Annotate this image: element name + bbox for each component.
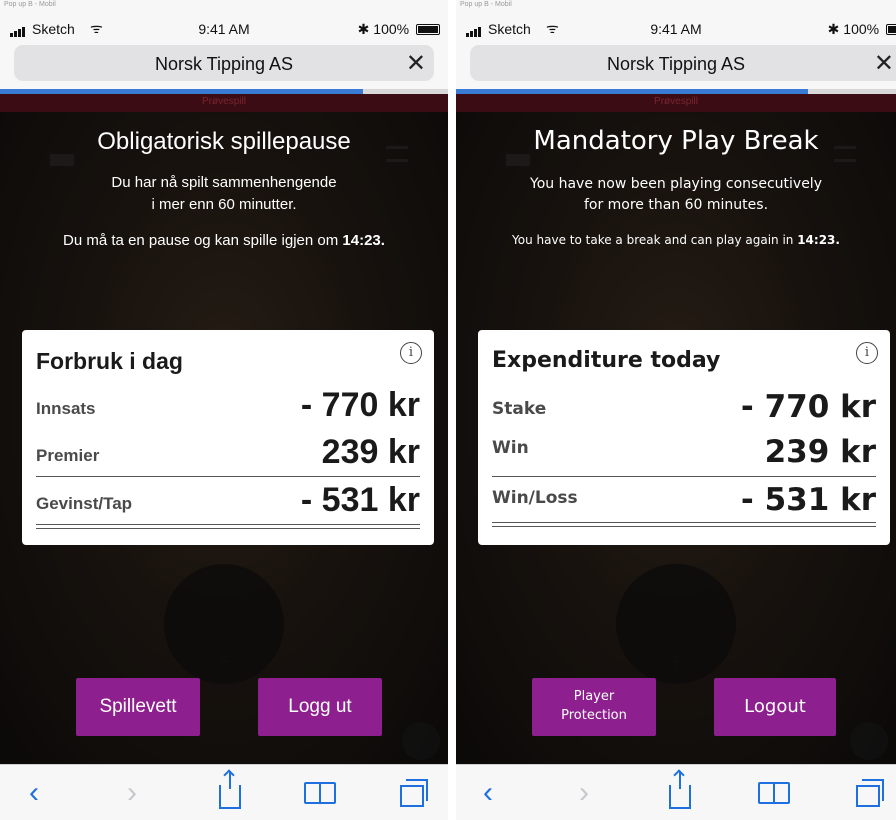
row-label: Win xyxy=(492,438,529,458)
row-label: Win/Loss xyxy=(492,488,578,508)
trial-label: Prøvespill xyxy=(202,96,246,107)
bluetooth-icon: ✱ xyxy=(827,21,840,37)
pause-text-line-1: You have now been playing consecutively xyxy=(530,176,822,192)
status-right: ✱ 100% xyxy=(828,21,896,38)
close-icon[interactable]: ✕ xyxy=(406,49,426,78)
phone-screen-norwegian: Pop up B - Mobil Sketch ᯤ 9:41 AM ✱ 100%… xyxy=(0,0,448,820)
card-title: Forbruk i dag xyxy=(36,348,183,374)
page-title: Norsk Tipping AS xyxy=(154,54,294,74)
info-icon[interactable]: i xyxy=(856,342,878,364)
artboard-caption: Pop up B - Mobil xyxy=(460,1,512,8)
status-right: ✱ 100% xyxy=(358,21,440,38)
player-protection-button[interactable]: Player Protection xyxy=(532,678,656,736)
row-value: 239 kr xyxy=(764,434,876,470)
browser-toolbar: ‹ › xyxy=(0,764,448,820)
row-value: - 770 kr xyxy=(740,389,876,425)
double-divider xyxy=(492,522,876,527)
double-divider xyxy=(36,524,420,529)
battery-icon xyxy=(416,24,440,35)
button-label-line-1: Player xyxy=(573,689,615,704)
button-label: Spillevett xyxy=(99,696,177,717)
share-icon[interactable] xyxy=(210,765,250,820)
row-label: Gevinst/Tap xyxy=(36,494,133,513)
tabs-icon[interactable] xyxy=(392,765,432,820)
bluetooth-icon: ✱ xyxy=(357,21,370,37)
battery-percent: 100% xyxy=(843,21,880,37)
pause-text-prefix: Du må ta en pause og kan spille igjen om xyxy=(63,232,343,249)
pause-countdown: 14:23. xyxy=(797,233,840,247)
row-win: Win 239 kr xyxy=(492,430,876,470)
share-icon[interactable] xyxy=(660,765,700,820)
row-value: 239 kr xyxy=(321,433,420,471)
pause-text-line-2: for more than 60 minutes. xyxy=(583,197,769,213)
tabs-icon[interactable] xyxy=(848,765,888,820)
button-label: Logout xyxy=(744,696,806,717)
expenditure-card: Forbruk i dag i Innsats - 770 kr Premier… xyxy=(22,330,434,545)
button-label: Logg ut xyxy=(288,696,352,717)
battery-icon xyxy=(886,24,896,35)
phone-screen-english: Pop up B - Mobil Sketch ᯤ 9:41 AM ✱ 100%… xyxy=(456,0,896,820)
browser-toolbar: ‹ › xyxy=(456,764,896,820)
button-label-line-2: Protection xyxy=(561,708,627,723)
divider xyxy=(36,476,420,477)
artboard-caption: Pop up B - Mobil xyxy=(4,1,56,8)
close-icon[interactable]: ✕ xyxy=(874,49,894,78)
pause-text-line-2: i mer enn 60 minutter. xyxy=(151,196,297,213)
info-icon[interactable]: i xyxy=(400,342,422,364)
pause-title: Mandatory Play Break xyxy=(533,126,819,156)
row-winloss: Gevinst/Tap - 531 kr xyxy=(36,480,420,520)
logout-button[interactable]: Logout xyxy=(714,678,836,736)
pause-text-line-3: Du må ta en pause og kan spille igjen om… xyxy=(0,232,448,249)
page-title: Norsk Tipping AS xyxy=(606,54,746,74)
forward-icon[interactable]: › xyxy=(564,765,604,820)
pause-text-line-1: Du har nå spilt sammenhengende xyxy=(111,174,337,191)
bookmarks-icon[interactable] xyxy=(754,765,794,820)
divider xyxy=(492,476,876,477)
row-value: - 770 kr xyxy=(300,386,420,424)
trial-label: Prøvespill xyxy=(654,96,698,107)
logout-button[interactable]: Logg ut xyxy=(258,678,382,736)
pause-countdown: 14:23. xyxy=(342,232,385,249)
row-stake: Innsats - 770 kr xyxy=(36,385,420,425)
row-value: - 531 kr xyxy=(300,481,420,519)
pause-text-prefix: You have to take a break and can play ag… xyxy=(512,233,798,247)
url-bar[interactable]: Norsk Tipping AS ✕ xyxy=(14,45,434,81)
back-icon[interactable]: ‹ xyxy=(468,765,508,820)
forward-icon[interactable]: › xyxy=(112,765,152,820)
expenditure-card: Expenditure today i Stake - 770 kr Win 2… xyxy=(478,330,890,545)
bookmarks-icon[interactable] xyxy=(300,765,340,820)
row-winloss: Win/Loss - 531 kr xyxy=(492,478,876,518)
battery-percent: 100% xyxy=(373,21,410,37)
card-title: Expenditure today xyxy=(492,348,721,373)
back-icon[interactable]: ‹ xyxy=(14,765,54,820)
row-label: Premier xyxy=(36,446,100,465)
row-label: Innsats xyxy=(36,399,96,418)
status-bar: Sketch ᯤ 9:41 AM ✱ 100% xyxy=(456,18,896,40)
row-win: Premier 239 kr xyxy=(36,432,420,472)
panel-divider xyxy=(448,0,456,820)
pause-text-line-3: You have to take a break and can play ag… xyxy=(456,233,896,247)
responsible-gaming-button[interactable]: Spillevett xyxy=(76,678,200,736)
row-value: - 531 kr xyxy=(740,482,876,518)
pause-title: Obligatorisk spillepause xyxy=(97,128,351,155)
url-bar[interactable]: Norsk Tipping AS ✕ xyxy=(470,45,896,81)
row-label: Stake xyxy=(492,399,547,419)
row-stake: Stake - 770 kr xyxy=(492,385,876,425)
status-bar: Sketch ᯤ 9:41 AM ✱ 100% xyxy=(0,18,448,40)
